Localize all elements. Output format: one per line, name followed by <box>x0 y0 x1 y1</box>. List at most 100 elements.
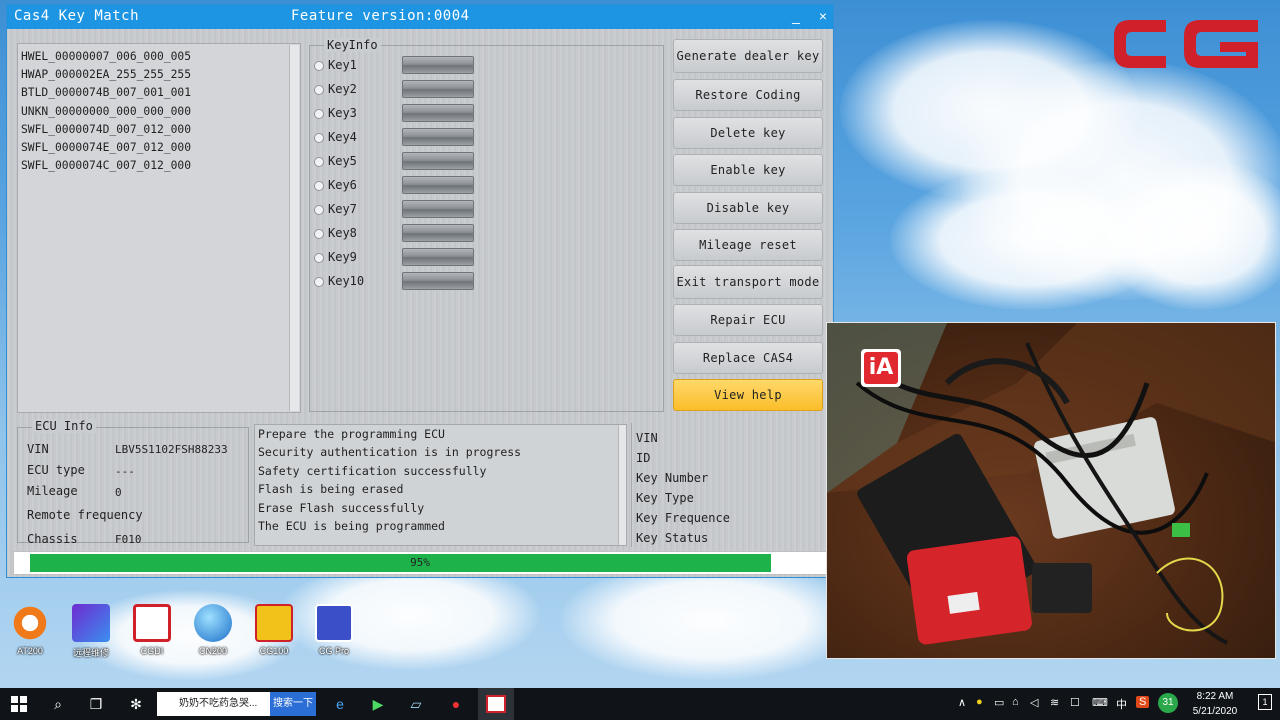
log-scrollbar[interactable] <box>618 425 626 545</box>
list-item[interactable]: SWFL_0000074D_007_012_000 <box>18 121 300 139</box>
minimize-button[interactable]: _ <box>785 5 807 29</box>
mileage-reset-button[interactable]: Mileage reset <box>673 229 823 261</box>
ecu-type-value: --- <box>115 465 135 478</box>
system-clock[interactable]: 8:22 AM 5/21/2020 <box>1180 689 1250 719</box>
radio-icon[interactable] <box>314 181 324 191</box>
list-item[interactable]: SWFL_0000074E_007_012_000 <box>18 139 300 157</box>
media-player-icon[interactable]: ▶ <box>360 688 396 720</box>
search-button[interactable]: 搜索一下 <box>270 692 316 716</box>
repair-ecu-button[interactable]: Repair ECU <box>673 304 823 336</box>
key-row[interactable]: Key8 <box>314 224 484 244</box>
battery-icon[interactable]: ▭ <box>994 696 1004 709</box>
list-item[interactable]: UNKN_00000000_000_000_000 <box>18 103 300 121</box>
cas4-key-match-window: Cas4 Key Match Feature version:0004 _ × … <box>6 4 834 578</box>
disable-key-button[interactable]: Disable key <box>673 192 823 224</box>
camera-video-overlay: iA <box>826 322 1276 659</box>
cgpro-icon <box>315 604 353 642</box>
radio-icon[interactable] <box>314 253 324 263</box>
volume-icon[interactable]: ◁ <box>1030 696 1038 709</box>
cgdi-taskbar-icon[interactable] <box>478 688 514 720</box>
key-number-label: Key Number <box>636 471 709 485</box>
list-scrollbar[interactable] <box>289 45 299 411</box>
recorder-icon[interactable]: ● <box>438 688 474 720</box>
browser-tab[interactable]: 奶奶不吃药急哭... <box>157 692 270 716</box>
key-row[interactable]: Key6 <box>314 176 484 196</box>
close-button[interactable]: × <box>812 5 834 29</box>
ime-indicator[interactable]: 中 <box>1116 696 1127 712</box>
tray-badge[interactable]: 31 <box>1158 693 1178 713</box>
radio-icon[interactable] <box>314 133 324 143</box>
radio-icon[interactable] <box>314 205 324 215</box>
key-label: Key4 <box>328 130 357 144</box>
enable-key-button[interactable]: Enable key <box>673 154 823 186</box>
list-item[interactable]: SWFL_0000074C_007_012_000 <box>18 157 300 175</box>
ime-toggle-icon[interactable]: ☐ <box>1070 696 1080 709</box>
desktop-icon-cgpro[interactable]: CG Pro <box>306 604 362 658</box>
key-label: Key9 <box>328 250 357 264</box>
key-row[interactable]: Key10 <box>314 272 484 292</box>
remote-frequency-label: Remote frequency <box>27 508 143 522</box>
restore-coding-button[interactable]: Restore Coding <box>673 79 823 111</box>
radio-icon[interactable] <box>314 277 324 287</box>
radio-icon[interactable] <box>314 61 324 71</box>
key-row[interactable]: Key5 <box>314 152 484 172</box>
key-label: Key1 <box>328 58 357 72</box>
window-client-area: HWEL_00000007_006_000_005 HWAP_000002EA_… <box>7 29 833 577</box>
key-row[interactable]: Key1 <box>314 56 484 76</box>
desktop-icon-remote-repair[interactable]: 远程维修 <box>63 604 119 658</box>
view-help-button[interactable]: View help <box>673 379 823 411</box>
radio-icon[interactable] <box>314 85 324 95</box>
notepad-icon[interactable]: ▱ <box>398 688 434 720</box>
desktop-icon-label: AT200 <box>17 646 43 656</box>
chassis-value: F010 <box>115 533 142 546</box>
desktop-icon-cg100[interactable]: CG100 <box>246 604 302 658</box>
exit-transport-mode-button[interactable]: Exit transport mode <box>673 265 823 299</box>
key-row[interactable]: Key3 <box>314 104 484 124</box>
radio-icon[interactable] <box>314 157 324 167</box>
generate-dealer-key-button[interactable]: Generate dealer key <box>673 39 823 73</box>
ecu-module-list[interactable]: HWEL_00000007_006_000_005 HWAP_000002EA_… <box>17 43 301 413</box>
wifi-icon[interactable]: ≋ <box>1050 696 1059 709</box>
id-field-label: ID <box>636 451 651 465</box>
sogou-s-icon[interactable]: S <box>1136 696 1150 708</box>
key-label: Key3 <box>328 106 357 120</box>
list-item[interactable]: HWEL_00000007_006_000_005 <box>18 48 300 66</box>
key-row[interactable]: Key2 <box>314 80 484 100</box>
radio-icon[interactable] <box>314 109 324 119</box>
ia-logo: iA <box>861 349 901 387</box>
desktop-icon-cn200[interactable]: CN200 <box>185 604 241 658</box>
status-log[interactable]: Prepare the programming ECU Security aut… <box>254 424 627 546</box>
keyboard-icon[interactable]: ⌨ <box>1092 696 1108 709</box>
list-item[interactable]: HWAP_000002EA_255_255_255 <box>18 66 300 84</box>
replace-cas4-button[interactable]: Replace CAS4 <box>673 342 823 374</box>
start-button[interactable] <box>0 688 38 720</box>
log-line: Erase Flash successfully <box>258 500 425 515</box>
log-line: Security authentication is in progress <box>258 445 522 460</box>
delete-key-button[interactable]: Delete key <box>673 117 823 149</box>
cn200-icon <box>194 604 232 642</box>
key-slot <box>402 272 474 290</box>
notification-center-icon[interactable]: 1 <box>1258 694 1272 710</box>
key-label: Key6 <box>328 178 357 192</box>
ecu-type-label: ECU type <box>27 463 85 477</box>
chassis-label: Chassis <box>27 532 78 546</box>
radio-icon[interactable] <box>314 229 324 239</box>
key-slot <box>402 152 474 170</box>
key-label: Key2 <box>328 82 357 96</box>
tray-app-icon[interactable]: ● <box>976 696 983 708</box>
app-settings-icon[interactable]: ✻ <box>118 688 154 720</box>
desktop-icon-cgdi[interactable]: CGDI <box>124 604 180 658</box>
edge-browser-icon[interactable]: e <box>322 688 358 720</box>
network-icon[interactable]: ⌂ <box>1012 696 1019 708</box>
key-label: Key8 <box>328 226 357 240</box>
desktop-icon-label: 远程维修 <box>72 648 109 658</box>
task-view-icon[interactable]: ❐ <box>78 688 114 720</box>
chevron-up-icon[interactable]: ∧ <box>958 696 966 709</box>
key-row[interactable]: Key7 <box>314 200 484 220</box>
key-row[interactable]: Key9 <box>314 248 484 268</box>
key-row[interactable]: Key4 <box>314 128 484 148</box>
search-icon[interactable]: ⌕ <box>40 688 76 720</box>
at200-icon <box>11 604 49 642</box>
list-item[interactable]: BTLD_0000074B_007_001_001 <box>18 84 300 102</box>
desktop-icon-at200[interactable]: AT200 <box>2 604 58 658</box>
